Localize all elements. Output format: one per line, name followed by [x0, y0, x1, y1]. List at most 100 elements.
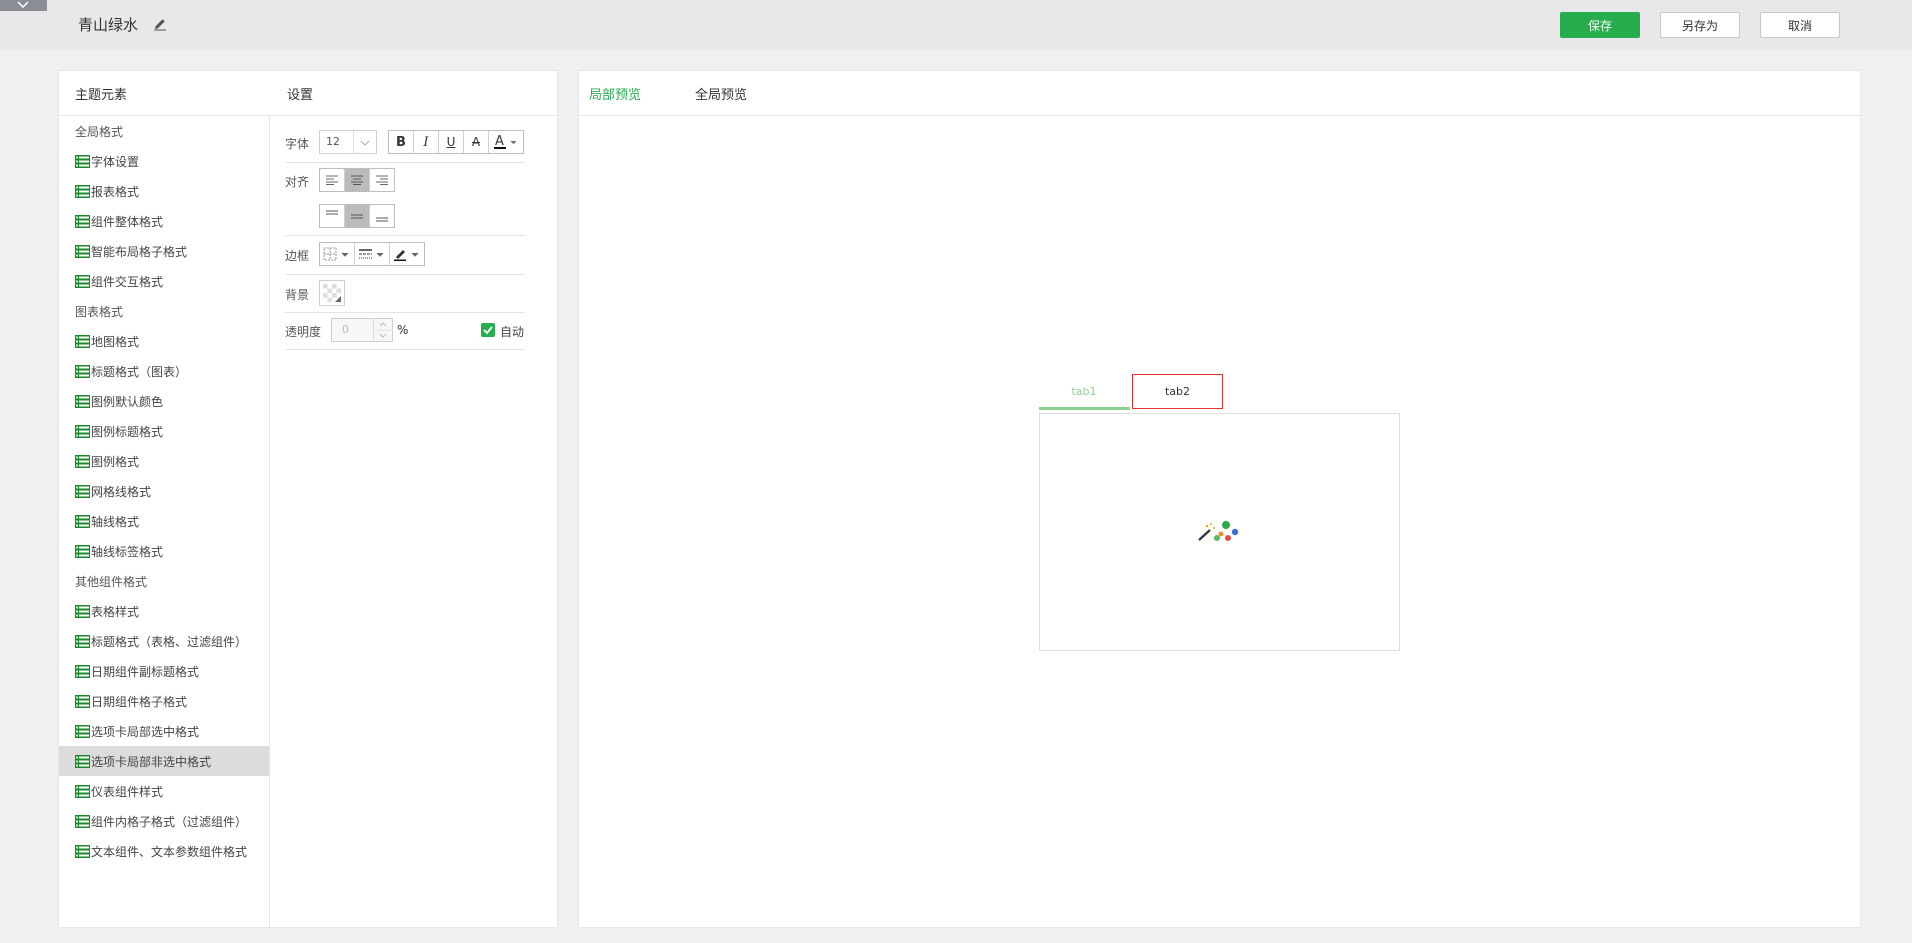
opacity-stepper[interactable] — [373, 319, 392, 341]
underline-icon: U — [446, 135, 456, 149]
tree-item[interactable]: 图例默认颜色 — [59, 386, 269, 416]
top-bar: 青山绿水 保存 另存为 取消 — [0, 0, 1912, 50]
font-row: 字体 12 B I U A A — [285, 130, 525, 154]
collapse-button[interactable] — [0, 0, 47, 11]
table-icon — [75, 724, 90, 738]
table-icon — [75, 544, 90, 558]
align-right-icon — [376, 175, 388, 185]
edit-icon[interactable] — [153, 17, 167, 31]
tree-item[interactable]: 日期组件格子格式 — [59, 686, 269, 716]
align-bottom-button[interactable] — [370, 205, 394, 227]
align-top-button[interactable] — [320, 205, 345, 227]
tree-item[interactable]: 网格线格式 — [59, 476, 269, 506]
tree-group-header[interactable]: 图表格式 — [59, 296, 269, 326]
table-icon — [75, 364, 90, 378]
tree-item-label: 图表格式 — [75, 304, 124, 319]
font-label: 字体 — [285, 137, 310, 151]
opacity-label: 透明度 — [285, 325, 322, 339]
tree-item[interactable]: 日期组件副标题格式 — [59, 656, 269, 686]
save-as-button[interactable]: 另存为 — [1660, 12, 1740, 38]
tree-item[interactable]: 图例格式 — [59, 446, 269, 476]
table-icon — [75, 334, 90, 348]
tree-item[interactable]: 组件内格子格式（过滤组件） — [59, 806, 269, 836]
align-left-icon — [326, 175, 338, 185]
tree-group-header[interactable]: 其他组件格式 — [59, 566, 269, 596]
table-icon — [75, 664, 90, 678]
preview-tab2[interactable]: tab2 — [1132, 374, 1223, 409]
tree-item[interactable]: 智能布局格子格式 — [59, 236, 269, 266]
tree-item[interactable]: 字体设置 — [59, 146, 269, 176]
tree-item[interactable]: 表格样式 — [59, 596, 269, 626]
tree-item-label: 字体设置 — [91, 154, 140, 169]
tree-item[interactable]: 选项卡局部非选中格式 — [59, 746, 269, 776]
tree-item[interactable]: 仪表组件样式 — [59, 776, 269, 806]
tree-item[interactable]: 地图格式 — [59, 326, 269, 356]
tree-item[interactable]: 轴线格式 — [59, 506, 269, 536]
italic-icon: I — [423, 134, 429, 150]
border-color-button[interactable] — [390, 243, 424, 265]
align-center-button[interactable] — [345, 169, 370, 191]
table-icon — [75, 844, 90, 858]
font-size-select[interactable]: 12 — [319, 130, 377, 154]
bold-button[interactable]: B — [389, 131, 414, 153]
tree-item-label: 选项卡局部选中格式 — [91, 724, 200, 739]
auto-label: 自动 — [500, 325, 525, 339]
preview-tab1[interactable]: tab1 — [1039, 373, 1129, 409]
save-button[interactable]: 保存 — [1560, 12, 1640, 38]
tree-group-header[interactable]: 全局格式 — [59, 116, 269, 146]
font-color-button[interactable]: A — [489, 131, 523, 153]
page-title: 青山绿水 — [78, 16, 139, 34]
settings-heading: 设置 — [287, 88, 314, 103]
tree-item[interactable]: 组件交互格式 — [59, 266, 269, 296]
bold-icon: B — [396, 134, 406, 150]
tree-item[interactable]: 标题格式（表格、过滤组件） — [59, 626, 269, 656]
tree-item-label: 日期组件格子格式 — [91, 694, 188, 709]
tree-item[interactable]: 选项卡局部选中格式 — [59, 716, 269, 746]
tree-item-label: 文本组件、文本参数组件格式 — [91, 844, 248, 859]
table-icon — [75, 514, 90, 528]
border-label: 边框 — [285, 249, 310, 263]
tree-item[interactable]: 轴线标签格式 — [59, 536, 269, 566]
align-left-button[interactable] — [320, 169, 345, 191]
align-right-button[interactable] — [370, 169, 394, 191]
tree-item-label: 智能布局格子格式 — [91, 244, 188, 259]
tree-item-label: 仪表组件样式 — [91, 784, 164, 799]
border-grid-icon — [323, 247, 349, 261]
opacity-row: 透明度 0 % 自动 — [285, 318, 525, 342]
cancel-button[interactable]: 取消 — [1760, 12, 1840, 38]
tab-local-preview[interactable]: 局部预览 — [589, 84, 641, 103]
auto-checkbox[interactable] — [481, 323, 495, 337]
preview-tabs: 局部预览 全局预览 — [579, 71, 1860, 116]
table-icon — [75, 184, 90, 198]
text-style-toolbar: B I U A A — [388, 130, 524, 154]
table-icon — [75, 244, 90, 258]
tree-item-label: 组件整体格式 — [91, 214, 164, 229]
divider — [285, 312, 525, 313]
background-color-picker[interactable] — [319, 280, 345, 306]
table-icon — [75, 214, 90, 228]
table-icon — [75, 274, 90, 288]
tree-item-label: 轴线格式 — [91, 514, 140, 529]
tree-item-label: 标题格式（表格、过滤组件） — [91, 634, 248, 649]
tree-item[interactable]: 报表格式 — [59, 176, 269, 206]
check-icon — [483, 326, 493, 335]
tree-item[interactable]: 组件整体格式 — [59, 206, 269, 236]
table-icon — [75, 634, 90, 648]
pen-color-icon — [394, 250, 419, 261]
align-bottom-icon — [376, 217, 388, 222]
border-type-button[interactable] — [320, 243, 355, 265]
strikethrough-button[interactable]: A — [464, 131, 489, 153]
tree-item-label: 表格样式 — [91, 604, 140, 619]
table-icon — [75, 454, 90, 468]
align-middle-button[interactable] — [345, 205, 370, 227]
tree-item[interactable]: 标题格式（图表） — [59, 356, 269, 386]
italic-button[interactable]: I — [414, 131, 439, 153]
opacity-input[interactable]: 0 — [331, 318, 393, 342]
border-style-button[interactable] — [355, 243, 390, 265]
tree-item[interactable]: 图例标题格式 — [59, 416, 269, 446]
tab-global-preview[interactable]: 全局预览 — [695, 84, 747, 103]
strikethrough-icon: A — [471, 135, 481, 149]
tree-item[interactable]: 文本组件、文本参数组件格式 — [59, 836, 269, 866]
underline-button[interactable]: U — [439, 131, 464, 153]
divider — [285, 274, 525, 275]
